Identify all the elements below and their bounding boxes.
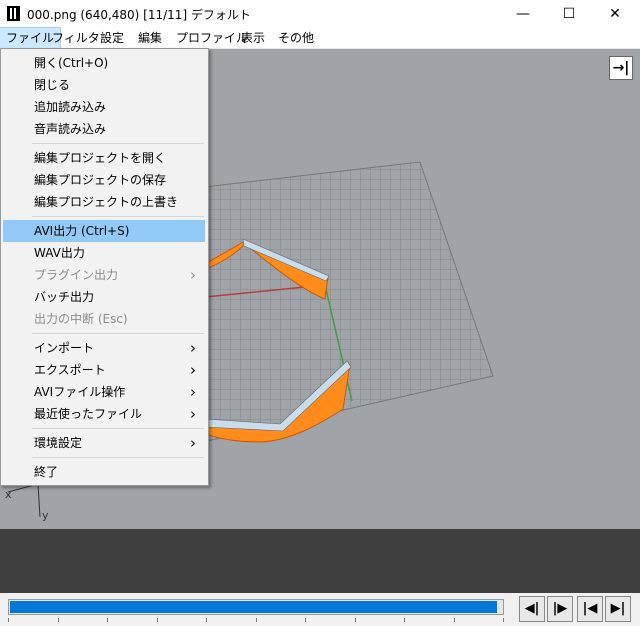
menu-bar: ファイル フィルタ 設定 編集 プロファイル 表示 その他 bbox=[0, 27, 640, 49]
file-menu-item-label: 編集プロジェクトを開く bbox=[34, 151, 167, 165]
panel-toggle-icon[interactable]: →| bbox=[609, 56, 633, 80]
timeline-panel bbox=[0, 529, 640, 593]
file-menu-item-label: AVIファイル操作 bbox=[34, 385, 126, 399]
file-menu-item[interactable]: インポート › bbox=[3, 337, 205, 359]
menu-edit[interactable]: 編集 bbox=[132, 28, 168, 48]
file-menu-item: プラグイン出力 › bbox=[3, 264, 205, 286]
close-button[interactable]: ✕ bbox=[592, 0, 638, 28]
file-menu-item-label: バッチ出力 bbox=[34, 290, 95, 304]
menu-separator bbox=[32, 143, 204, 144]
playback-bar: ◀| |▶ |◀ ▶| bbox=[0, 593, 640, 626]
maximize-button[interactable]: ☐ bbox=[546, 0, 592, 28]
menu-separator bbox=[32, 333, 204, 334]
menu-separator bbox=[32, 428, 204, 429]
seek-tick bbox=[256, 618, 257, 622]
seek-tick bbox=[355, 618, 356, 622]
file-menu-item[interactable]: 環境設定 › bbox=[3, 432, 205, 454]
prev-frame-button[interactable]: ◀| bbox=[519, 596, 545, 622]
file-menu-item-label: AVI出力 (Ctrl+S) bbox=[34, 224, 130, 238]
file-menu-item-label: 環境設定 bbox=[34, 436, 83, 450]
file-menu-item-label: WAV出力 bbox=[34, 246, 85, 260]
file-menu-item[interactable]: エクスポート › bbox=[3, 359, 205, 381]
file-menu-item[interactable]: 閉じる bbox=[3, 74, 205, 96]
file-menu-item-label: インポート bbox=[34, 341, 95, 355]
file-menu-item-label: 出力の中断 (Esc) bbox=[34, 312, 128, 326]
seek-tick bbox=[305, 618, 306, 622]
seek-tick bbox=[157, 618, 158, 622]
menu-separator bbox=[32, 457, 204, 458]
seek-bar-fill bbox=[10, 601, 497, 613]
file-menu-item[interactable]: バッチ出力 bbox=[3, 286, 205, 308]
last-frame-button[interactable]: ▶| bbox=[605, 596, 631, 622]
menu-view[interactable]: 表示 bbox=[235, 28, 271, 48]
seek-ticks bbox=[8, 618, 504, 623]
chevron-right-icon: › bbox=[190, 405, 196, 423]
seek-bar[interactable] bbox=[8, 599, 504, 615]
seek-tick bbox=[58, 618, 59, 622]
file-menu-item-label: 閉じる bbox=[34, 78, 71, 92]
file-menu-item: 出力の中断 (Esc) bbox=[3, 308, 205, 330]
first-frame-button[interactable]: |◀ bbox=[577, 596, 603, 622]
file-menu-item-label: 音声読み込み bbox=[34, 122, 107, 136]
file-menu-item[interactable]: WAV出力 bbox=[3, 242, 205, 264]
file-menu-dropdown: 開く(Ctrl+O) 閉じる追加読み込み 音声読み込み編集プロジェクトを開く 編集プロ… bbox=[0, 48, 209, 486]
app-icon bbox=[7, 6, 20, 21]
next-frame-button[interactable]: |▶ bbox=[547, 596, 573, 622]
file-menu-item[interactable]: 編集プロジェクトの上書き bbox=[3, 191, 205, 213]
seek-tick bbox=[503, 618, 504, 622]
file-menu-item[interactable]: 最近使ったファイル › bbox=[3, 403, 205, 425]
chevron-right-icon: › bbox=[190, 266, 196, 284]
file-menu-item[interactable]: 編集プロジェクトを開く bbox=[3, 147, 205, 169]
file-menu-item-label: 終了 bbox=[34, 465, 59, 479]
file-menu-item-label: エクスポート bbox=[34, 363, 106, 377]
chevron-right-icon: › bbox=[190, 434, 196, 452]
axis-y-label: y bbox=[42, 509, 49, 522]
window-title: 000.png (640,480) [11/11] デフォルト bbox=[27, 8, 251, 22]
file-menu-item-label: 編集プロジェクトの保存 bbox=[34, 173, 167, 187]
seek-tick bbox=[107, 618, 108, 622]
seek-tick bbox=[206, 618, 207, 622]
file-menu-item[interactable]: AVIファイル操作 › bbox=[3, 381, 205, 403]
title-bar: 000.png (640,480) [11/11] デフォルト — ☐ ✕ bbox=[0, 0, 640, 28]
seek-tick bbox=[8, 618, 9, 622]
file-menu-item-label: プラグイン出力 bbox=[34, 268, 119, 282]
menu-settings[interactable]: 設定 bbox=[94, 28, 130, 48]
menu-separator bbox=[32, 216, 204, 217]
file-menu-item[interactable]: AVI出力 (Ctrl+S) bbox=[3, 220, 205, 242]
file-menu-item-label: 最近使ったファイル bbox=[34, 407, 143, 421]
menu-other[interactable]: その他 bbox=[272, 28, 320, 48]
file-menu-item[interactable]: 音声読み込み bbox=[3, 118, 205, 140]
file-menu-item-label: 追加読み込み bbox=[34, 100, 107, 114]
file-menu-item[interactable]: 終了 bbox=[3, 461, 205, 483]
file-menu-item-label: 編集プロジェクトの上書き bbox=[34, 195, 179, 209]
seek-tick bbox=[404, 618, 405, 622]
minimize-button[interactable]: — bbox=[500, 0, 546, 28]
origin-y-axis bbox=[37, 483, 41, 518]
file-menu-item-label: 開く(Ctrl+O) bbox=[34, 56, 109, 70]
file-menu-item[interactable]: 編集プロジェクトの保存 bbox=[3, 169, 205, 191]
file-menu-item[interactable]: 追加読み込み bbox=[3, 96, 205, 118]
chevron-right-icon: › bbox=[190, 339, 196, 357]
chevron-right-icon: › bbox=[190, 361, 196, 379]
axis-x-label: x bbox=[5, 488, 12, 501]
chevron-right-icon: › bbox=[190, 383, 196, 401]
file-menu-item[interactable]: 開く(Ctrl+O) bbox=[3, 52, 205, 74]
seek-tick bbox=[454, 618, 455, 622]
